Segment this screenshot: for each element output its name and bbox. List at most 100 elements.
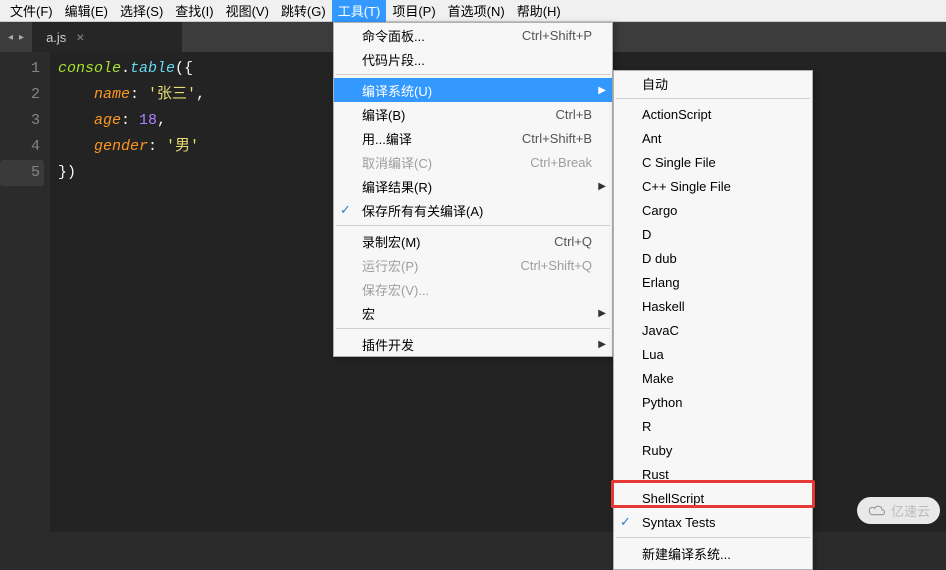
line-number: 2: [4, 82, 40, 108]
build-submenu-item[interactable]: C Single File: [614, 150, 812, 174]
menubar-item[interactable]: 工具(T): [332, 0, 387, 22]
tools-menu: 命令面板...Ctrl+Shift+P 代码片段... 编译系统(U)▶ 编译(B) C…: [333, 22, 613, 357]
menu-shortcut: Ctrl+Break: [530, 155, 592, 170]
menu-item-label: 保存宏(V)...: [362, 280, 592, 299]
menubar-item[interactable]: 查找(I): [169, 0, 219, 22]
tools-menu-item[interactable]: 录制宏(M) Ctrl+Q: [334, 229, 612, 253]
menu-item-label: Haskell: [642, 299, 792, 314]
line-number: 1: [4, 56, 40, 82]
menu-shortcut: Ctrl+Q: [554, 234, 592, 249]
menu-shortcut: Ctrl+B: [556, 107, 592, 122]
tab-prev-icon[interactable]: ◂: [8, 32, 13, 43]
menu-separator: [336, 328, 610, 329]
menu-item-label: C++ Single File: [642, 179, 792, 194]
menu-separator: [616, 98, 810, 99]
tools-menu-item[interactable]: 命令面板...Ctrl+Shift+P: [334, 23, 612, 47]
menubar-item[interactable]: 首选项(N): [442, 0, 511, 22]
tools-menu-item[interactable]: 编译(B) Ctrl+B: [334, 102, 612, 126]
menu-item-label: 代码片段...: [362, 50, 592, 69]
tab-label: a.js: [46, 30, 66, 45]
menu-item-label: 保存所有有关编译(A): [362, 201, 592, 220]
menu-item-label: Rust: [642, 467, 792, 482]
menubar-item[interactable]: 编辑(E): [59, 0, 114, 22]
build-submenu-item[interactable]: ShellScript: [614, 486, 812, 510]
build-submenu-item[interactable]: Haskell: [614, 294, 812, 318]
menu-item-label: ActionScript: [642, 107, 792, 122]
submenu-arrow-icon: ▶: [598, 339, 606, 350]
menubar: 文件(F)编辑(E)选择(S)查找(I)视图(V)跳转(G)工具(T)项目(P)…: [0, 0, 946, 22]
menu-item-label: Make: [642, 371, 792, 386]
line-number: 5: [0, 160, 44, 186]
build-system-submenu: 自动 ActionScript Ant C Single File C++ Single…: [613, 70, 813, 570]
menu-separator: [616, 537, 810, 538]
tab-nav: ◂ ▸: [0, 22, 32, 52]
build-submenu-item[interactable]: Cargo: [614, 198, 812, 222]
file-tab[interactable]: a.js ×: [32, 22, 182, 52]
menubar-item[interactable]: 选择(S): [114, 0, 169, 22]
watermark-text: 亿速云: [891, 501, 930, 520]
tools-menu-item[interactable]: 宏▶: [334, 301, 612, 325]
menu-item-label: 命令面板...: [362, 26, 492, 45]
menu-item-label: 取消编译(C): [362, 153, 500, 172]
menu-item-label: 用...编译: [362, 129, 492, 148]
menu-item-label: Erlang: [642, 275, 792, 290]
submenu-arrow-icon: ▶: [598, 85, 606, 96]
build-submenu-item[interactable]: D dub: [614, 246, 812, 270]
cloud-icon: [867, 504, 887, 518]
watermark: 亿速云: [857, 497, 940, 524]
menubar-item[interactable]: 视图(V): [220, 0, 275, 22]
menu-item-label: 宏: [362, 304, 592, 323]
build-submenu-item[interactable]: JavaC: [614, 318, 812, 342]
build-submenu-item[interactable]: D: [614, 222, 812, 246]
build-submenu-item[interactable]: 新建编译系统...: [614, 541, 812, 565]
tools-menu-item[interactable]: 用...编译 Ctrl+Shift+B: [334, 126, 612, 150]
menu-item-label: Ruby: [642, 443, 792, 458]
menu-item-label: Ant: [642, 131, 792, 146]
menu-shortcut: Ctrl+Shift+Q: [520, 258, 592, 273]
menu-item-label: 运行宏(P): [362, 256, 490, 275]
build-submenu-item[interactable]: Make: [614, 366, 812, 390]
menubar-item[interactable]: 跳转(G): [275, 0, 332, 22]
build-submenu-item[interactable]: Rust: [614, 462, 812, 486]
build-submenu-item[interactable]: Erlang: [614, 270, 812, 294]
build-submenu-item[interactable]: Python: [614, 390, 812, 414]
check-icon: ✓: [340, 202, 351, 218]
tools-menu-item[interactable]: 编译系统(U)▶: [334, 78, 612, 102]
menu-separator: [336, 225, 610, 226]
tab-next-icon[interactable]: ▸: [19, 32, 24, 43]
close-icon[interactable]: ×: [76, 29, 84, 45]
build-submenu-item[interactable]: ✓Syntax Tests: [614, 510, 812, 534]
menu-item-label: 自动: [642, 74, 792, 93]
menu-separator: [336, 74, 610, 75]
build-submenu-item[interactable]: R: [614, 414, 812, 438]
build-submenu-item[interactable]: ActionScript: [614, 102, 812, 126]
menu-item-label: Lua: [642, 347, 792, 362]
tools-menu-item: 保存宏(V)...: [334, 277, 612, 301]
build-submenu-item[interactable]: Ruby: [614, 438, 812, 462]
menubar-item[interactable]: 文件(F): [4, 0, 59, 22]
menu-item-label: ShellScript: [642, 491, 792, 506]
line-number: 3: [4, 108, 40, 134]
menu-item-label: D dub: [642, 251, 792, 266]
build-submenu-item[interactable]: C++ Single File: [614, 174, 812, 198]
menubar-item[interactable]: 帮助(H): [511, 0, 567, 22]
menu-item-label: Cargo: [642, 203, 792, 218]
build-submenu-item[interactable]: Ant: [614, 126, 812, 150]
tools-menu-item: 运行宏(P) Ctrl+Shift+Q: [334, 253, 612, 277]
menu-item-label: 编译结果(R): [362, 177, 592, 196]
tools-menu-item[interactable]: ✓ 保存所有有关编译(A): [334, 198, 612, 222]
menu-item-label: 新建编译系统...: [642, 544, 792, 563]
menubar-item[interactable]: 项目(P): [386, 0, 441, 22]
menu-item-label: C Single File: [642, 155, 792, 170]
menu-item-label: 编译(B): [362, 105, 526, 124]
tools-menu-item[interactable]: 编译结果(R)▶: [334, 174, 612, 198]
build-submenu-item[interactable]: 自动: [614, 71, 812, 95]
menu-shortcut: Ctrl+Shift+B: [522, 131, 592, 146]
check-icon: ✓: [620, 514, 631, 530]
menu-item-label: JavaC: [642, 323, 792, 338]
build-submenu-item[interactable]: Lua: [614, 342, 812, 366]
tools-menu-item[interactable]: 插件开发▶: [334, 332, 612, 356]
submenu-arrow-icon: ▶: [598, 308, 606, 319]
tools-menu-item[interactable]: 代码片段...: [334, 47, 612, 71]
menu-item-label: 录制宏(M): [362, 232, 524, 251]
